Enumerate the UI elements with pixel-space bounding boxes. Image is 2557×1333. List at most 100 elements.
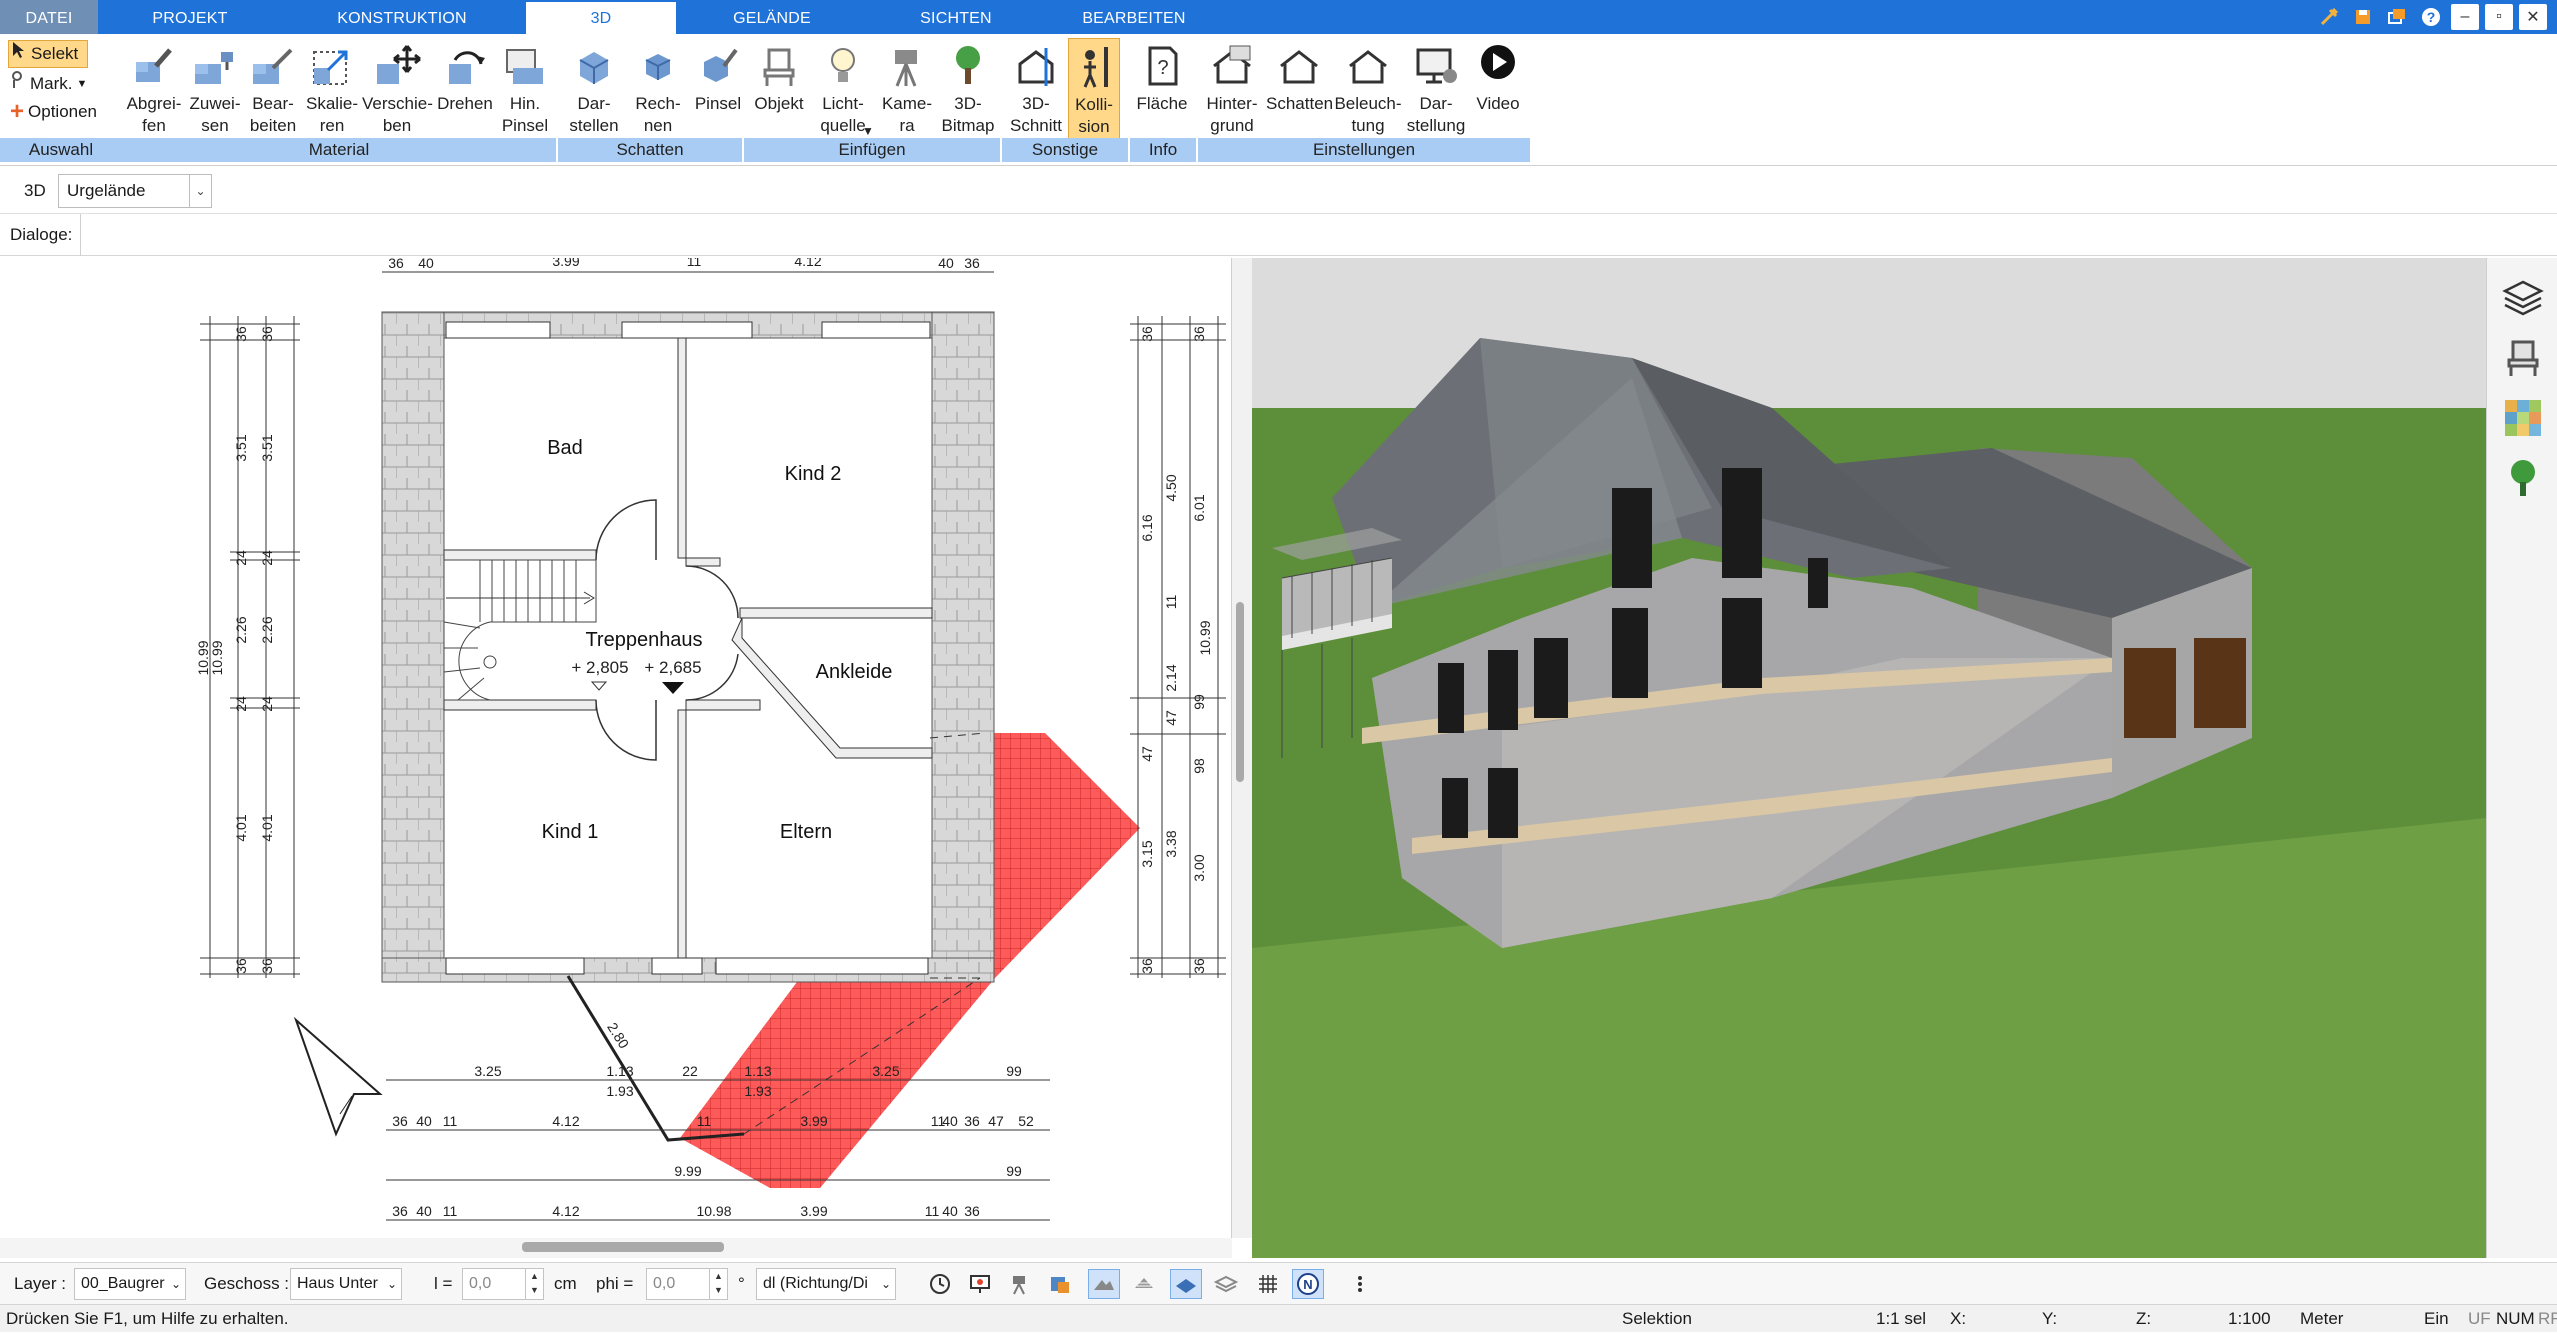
tab-projekt[interactable]: PROJEKT	[98, 0, 282, 34]
object-button[interactable]: Objekt	[748, 38, 810, 142]
tab-konstruktion[interactable]: KONSTRUKTION	[282, 0, 522, 34]
video-label: Video	[1476, 94, 1520, 113]
options-button[interactable]: + Optionen	[8, 98, 114, 126]
view-mode-label: 3D	[24, 181, 46, 200]
clock-icon[interactable]	[924, 1269, 956, 1299]
bitmap-button[interactable]: 3D- Bitmap	[938, 38, 998, 142]
dim-right-b-8: 36	[1191, 958, 1207, 974]
layers-view-icon[interactable]	[1210, 1269, 1242, 1299]
maximize-button[interactable]: ▫	[2485, 4, 2513, 30]
close-button[interactable]: ✕	[2519, 4, 2547, 30]
more-options-icon[interactable]	[1344, 1269, 1376, 1299]
section-cut-icon	[1018, 48, 1054, 86]
assign-button[interactable]: Zuwei- sen	[186, 38, 244, 142]
vertical-scroll-thumb[interactable]	[1236, 602, 1244, 782]
horizontal-scrollbar[interactable]	[0, 1238, 1232, 1258]
terrace-hatch-right[interactable]	[980, 733, 1140, 978]
dim-left-a-0: 36	[233, 326, 249, 342]
dim-left-b-4: 24	[259, 696, 275, 712]
help-icon[interactable]: ?	[2417, 4, 2445, 30]
dialog-bar: Dialoge:	[0, 214, 2557, 256]
tab-3d[interactable]: 3D	[526, 2, 676, 34]
horizontal-scroll-thumb[interactable]	[522, 1242, 724, 1252]
dim-left-a-5: 4.01	[233, 814, 249, 841]
tools-icon[interactable]	[2315, 4, 2343, 30]
length-input[interactable]: 0,0 ▲ ▼	[462, 1268, 544, 1300]
dim-bottom2-1: 40	[416, 1113, 432, 1129]
lighting-button[interactable]: Beleuch- tung	[1334, 38, 1402, 142]
display-settings-label: Dar- stellung	[1406, 94, 1466, 135]
dim-left-a-1: 3.51	[233, 434, 249, 461]
tab-sichten[interactable]: SICHTEN	[868, 0, 1044, 34]
shadow-label: Schatten	[1266, 94, 1334, 113]
collision-button[interactable]: Kolli- sion	[1068, 38, 1120, 142]
terrain-value: Urgelände	[67, 181, 146, 200]
shadow-display-button[interactable]: Dar- stellen	[560, 38, 628, 142]
floor-plan-view[interactable]: Bad Kind 2 Treppenhaus Ankleide Kind 1 E…	[0, 258, 1232, 1238]
save-icon[interactable]	[2349, 4, 2377, 30]
light-source-button[interactable]: Licht- quelle ▼	[812, 38, 874, 142]
move-button[interactable]: Verschie- ben	[362, 38, 433, 142]
camera-button[interactable]: Kame- ra	[876, 38, 938, 142]
dim-top-6: 36	[964, 258, 980, 271]
area-button[interactable]: ? Fläche	[1132, 38, 1192, 142]
shadow-brush-button[interactable]: Pinsel	[688, 38, 748, 142]
svg-text:?: ?	[2427, 9, 2436, 25]
move-label: Verschie- ben	[362, 94, 433, 135]
dim-bottom1-1: 1.13	[606, 1063, 633, 1079]
display-settings-button[interactable]: Dar- stellung	[1404, 38, 1468, 142]
shadow-button[interactable]: Schatten	[1266, 38, 1334, 142]
render-icon[interactable]	[1044, 1269, 1076, 1299]
3d-view[interactable]	[1252, 258, 2486, 1258]
section-cut-button[interactable]: 3D- Schnitt	[1004, 38, 1068, 142]
tab-bearbeiten[interactable]: BEARBEITEN	[1044, 0, 1224, 34]
floor-select[interactable]: Haus Unter ⌄	[290, 1268, 402, 1300]
status-help-text: Drücken Sie F1, um Hilfe zu erhalten.	[6, 1309, 289, 1328]
presentation-icon[interactable]	[964, 1269, 996, 1299]
tab-gelaende[interactable]: GELÄNDE	[676, 0, 868, 34]
view-splitter[interactable]	[1232, 258, 1252, 1238]
north-compass-icon[interactable]: N	[1292, 1269, 1324, 1299]
dim-bottom1-3: 22	[682, 1063, 698, 1079]
dim-bottom4-0: 36	[392, 1203, 408, 1219]
shadow-calc-button[interactable]: Rech- nen	[628, 38, 688, 142]
plants-tree-icon[interactable]	[2501, 456, 2545, 500]
select-tool[interactable]: Selekt	[8, 40, 88, 68]
furniture-chair-icon[interactable]	[2501, 336, 2545, 380]
status-unit: Meter	[2300, 1309, 2344, 1328]
materials-palette-icon[interactable]	[2501, 396, 2545, 440]
area-label: Fläche	[1136, 94, 1188, 113]
grid-icon[interactable]	[1252, 1269, 1284, 1299]
eyedropper-button[interactable]: Abgrei- fen	[122, 38, 186, 142]
minimize-button[interactable]: –	[2451, 4, 2479, 30]
dim-right-a-0: 36	[1139, 326, 1155, 342]
dim-right-b-6: 3.38	[1163, 830, 1179, 857]
layer-select[interactable]: 00_Baugrer ⌄	[74, 1268, 186, 1300]
layers-icon[interactable]	[2501, 276, 2545, 320]
rotate-button[interactable]: Drehen	[432, 38, 498, 142]
spinner-icon[interactable]: ▲ ▼	[525, 1269, 543, 1299]
direction-select[interactable]: dl (Richtung/Di ⌄	[756, 1268, 896, 1300]
camera-view-icon[interactable]	[1004, 1269, 1036, 1299]
dim-bottom3-0: 9.99	[674, 1163, 701, 1179]
hatch-icon[interactable]	[1128, 1269, 1160, 1299]
video-button[interactable]: Video	[1470, 38, 1526, 142]
window-controls: ? – ▫ ✕	[2315, 0, 2557, 34]
dim-right-a-6: 3.15	[1139, 840, 1155, 867]
spinner-icon[interactable]: ▲ ▼	[709, 1269, 727, 1299]
background-brush-button[interactable]: Hin. Pinsel	[498, 38, 552, 142]
scale-button[interactable]: Skalie- ren	[302, 38, 362, 142]
terrace-hatch-bottom[interactable]	[680, 978, 995, 1188]
tab-datei[interactable]: DATEI	[0, 0, 98, 34]
dim-left-total-1: 10.99	[209, 640, 225, 675]
plane-view-icon[interactable]	[1170, 1269, 1202, 1299]
angle-input[interactable]: 0,0 ▲ ▼	[646, 1268, 728, 1300]
edit-material-button[interactable]: Bear- beiten	[244, 38, 302, 142]
terrain-select[interactable]: Urgelände ⌄	[58, 174, 212, 208]
mark-tool[interactable]: Mark. ▼	[8, 70, 98, 98]
background-button[interactable]: Hinter- grund	[1200, 38, 1264, 142]
dim-bottom2-3: 4.12	[552, 1113, 579, 1129]
terrain-view-icon[interactable]	[1088, 1269, 1120, 1299]
window-switch-icon[interactable]	[2383, 4, 2411, 30]
dim-bottom2-8: 36	[964, 1113, 980, 1129]
